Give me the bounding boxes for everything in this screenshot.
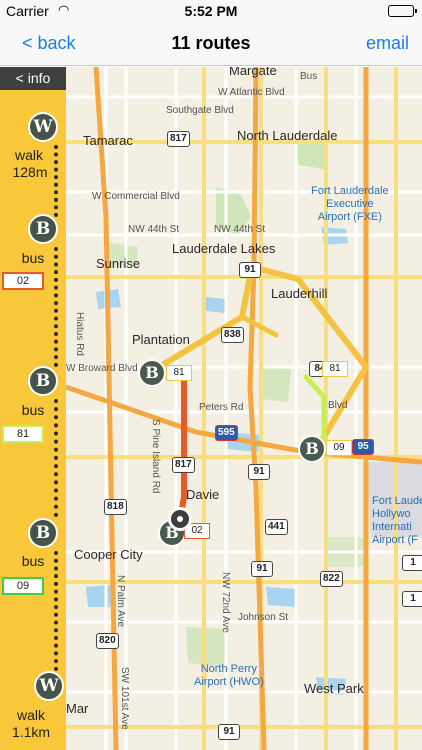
status-bar: Carrier ◠ 5:52 PM <box>0 0 422 22</box>
map-town-label: Lauderhill <box>271 286 328 301</box>
bus-path-dots <box>54 399 58 517</box>
map-route-badge: 81 <box>166 365 192 381</box>
map-road-label: NW 44th St <box>214 224 266 235</box>
map-town-label: Margate <box>229 67 277 78</box>
map-road-label: Peters Rd <box>199 402 244 413</box>
map-road-label: SW 101st Ave <box>119 667 130 730</box>
walk-path-dots <box>54 145 58 217</box>
trip-legs-sidebar: < info W walk 128m B bus 02 B bus 81 B b… <box>0 67 66 750</box>
map-road-label: N Palm Ave <box>115 575 126 628</box>
map-road-label: Bus <box>300 71 318 82</box>
highway-shield: 817 <box>172 457 195 473</box>
battery-icon <box>388 5 417 17</box>
leg-mode-label: walk <box>14 147 43 163</box>
map-road-label: NW 72nd Ave <box>220 572 231 633</box>
leg-distance: 1.1km <box>11 724 51 740</box>
map-road-label: Southgate Blvd <box>166 105 234 116</box>
route-badge-81[interactable]: 81 <box>2 425 44 443</box>
map-town-label: Plantation <box>132 332 190 347</box>
bus-stop-marker[interactable]: B <box>298 435 326 463</box>
highway-shield: 818 <box>104 499 127 515</box>
map-town-label: Sunrise <box>96 256 141 271</box>
highway-shield: 441 <box>265 519 288 535</box>
map-town-label: Tamarac <box>83 133 133 148</box>
map-road-label: W Commercial Blvd <box>92 191 180 202</box>
highway-shield: 820 <box>96 633 119 649</box>
highway-shield: 817 <box>167 131 190 147</box>
email-button[interactable]: email <box>366 33 409 54</box>
highway-shield: 1 <box>402 555 422 571</box>
location-pin-icon[interactable] <box>168 507 192 531</box>
route-badge-09[interactable]: 09 <box>2 577 44 595</box>
map-town-label: Mar <box>66 701 89 716</box>
highway-shield: 91 <box>248 464 270 480</box>
map-road-label: Blvd <box>328 400 348 411</box>
map-road-label: Johnson St <box>238 612 289 623</box>
bus-stop-marker[interactable]: B <box>138 359 166 387</box>
navigation-bar: < back 11 routes email <box>0 22 422 66</box>
airport-label-hwo: North Perry Airport (HWO) <box>194 663 264 688</box>
status-time: 5:52 PM <box>184 3 238 19</box>
airport-label-fxe: Fort Lauderdale Executive Airport (FXE) <box>311 185 389 223</box>
bus-icon[interactable]: B <box>28 518 58 548</box>
map-town-label: Cooper City <box>74 547 143 562</box>
bus-path-dots <box>54 551 58 671</box>
map-road-label: S Pine Island Rd <box>150 419 161 494</box>
map-road-label: W Atlantic Blvd <box>218 87 285 98</box>
walk-icon[interactable]: W <box>34 671 64 701</box>
route-map[interactable]: Margate Tamarac North Lauderdale Lauderd… <box>66 67 422 750</box>
route-badge-02[interactable]: 02 <box>2 272 44 290</box>
map-route-badge: 09 <box>326 440 352 456</box>
map-town-label: Lauderdale Lakes <box>172 241 276 256</box>
airport-label-fll: Fort Laude Hollywo Internati Airport (F <box>372 495 422 546</box>
highway-shield: 838 <box>221 327 244 343</box>
map-town-label: North Lauderdale <box>237 128 338 143</box>
info-button[interactable]: < info <box>0 67 66 90</box>
highway-shield: 91 <box>251 561 273 577</box>
map-base <box>66 67 422 750</box>
leg-mode-label: walk <box>16 707 45 723</box>
highway-shield: 822 <box>320 571 343 587</box>
interstate-shield: 95 <box>352 439 374 455</box>
bus-icon[interactable]: B <box>28 214 58 244</box>
back-button[interactable]: < back <box>22 33 76 54</box>
walk-icon[interactable]: W <box>28 112 58 142</box>
highway-shield: 91 <box>239 262 261 278</box>
map-road-label: W Broward Blvd <box>66 363 138 374</box>
map-town-label: West Park <box>304 681 364 696</box>
interstate-shield: 595 <box>215 425 238 441</box>
highway-shield: 91 <box>218 724 240 740</box>
map-road-label: Hiatus Rd <box>74 312 85 356</box>
bus-path-dots <box>54 247 58 367</box>
bus-icon[interactable]: B <box>28 366 58 396</box>
map-road-label: NW 44th St <box>128 224 180 235</box>
highway-shield: 1 <box>402 591 422 607</box>
map-route-badge: 81 <box>322 361 348 377</box>
map-town-label: Davie <box>186 487 220 502</box>
